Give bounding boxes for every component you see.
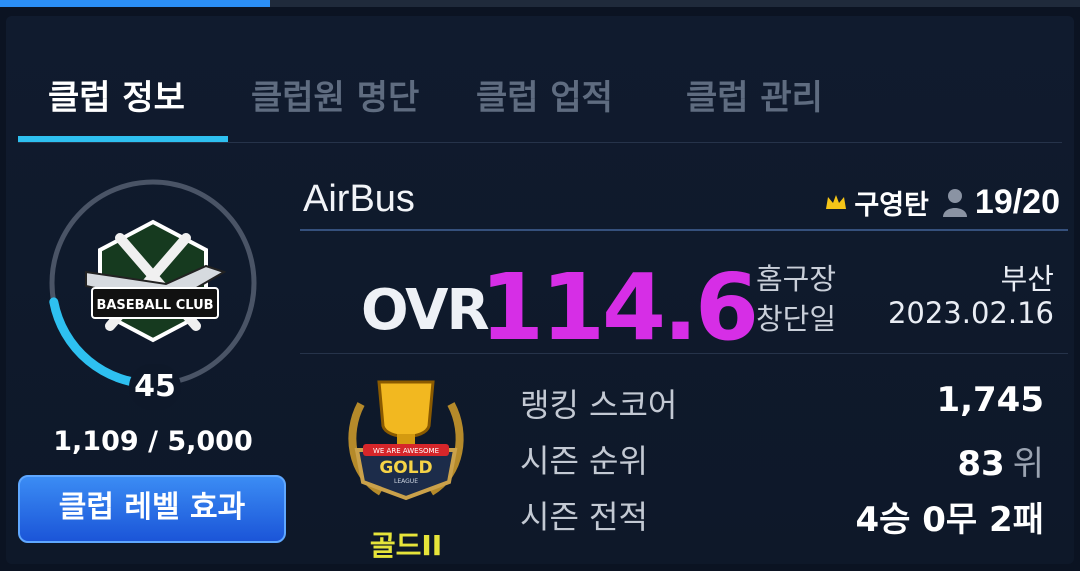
club-level: 45	[129, 364, 181, 410]
club-level-effect-button[interactable]: 클럽 레벨 효과	[18, 475, 286, 543]
club-emblem: BASEBALL CLUB	[85, 219, 227, 343]
top-progress-bar	[0, 0, 1080, 7]
league-badge-text: GOLD	[379, 458, 432, 478]
emblem-text: BASEBALL CLUB	[96, 298, 213, 313]
season-rank-label: 시즌 순위	[520, 442, 648, 480]
league-badge-ribbon: WE ARE AWESOME	[373, 447, 439, 455]
tab-club-management[interactable]: 클럽 관리	[686, 70, 823, 119]
season-record-text: 4승 0무 2패	[855, 500, 1045, 540]
league-badge-icon: WE ARE AWESOME GOLD LEAGUE	[348, 380, 464, 501]
member-count: 19/20	[974, 182, 1060, 221]
ovr-value: 114.6	[480, 254, 759, 361]
home-stadium-label: 홈구장	[756, 262, 837, 296]
club-leader: 구영탄	[854, 189, 929, 221]
league-badge-sub: LEAGUE	[394, 478, 418, 485]
season-record-label: 시즌 전적	[520, 498, 648, 536]
person-icon	[942, 189, 967, 217]
top-progress-fill	[0, 0, 270, 7]
tab-club-members[interactable]: 클럽원 명단	[251, 70, 419, 119]
tab-club-achievements[interactable]: 클럽 업적	[476, 70, 613, 119]
season-record-value: 4승 0무 2패	[856, 492, 1045, 541]
home-stadium-value: 부산	[1000, 262, 1054, 296]
divider	[300, 229, 1068, 231]
divider	[300, 353, 1068, 354]
season-rank-value: 83 위	[957, 436, 1044, 485]
tab-bar: 클럽 정보 클럽원 명단 클럽 업적 클럽 관리	[18, 16, 1062, 143]
club-leader-members: 구영탄 19/20	[824, 182, 1060, 222]
founded-date-value: 2023.02.16	[887, 296, 1054, 330]
level-progress-ring: BASEBALL CLUB	[49, 179, 257, 389]
ranking-score-value: 1,745	[936, 380, 1044, 420]
league-name: 골드II	[369, 529, 443, 562]
club-info-panel: 클럽 정보 클럽원 명단 클럽 업적 클럽 관리 BASEBALL CLUB 4…	[6, 16, 1074, 564]
ranking-score-number: 1,745	[936, 380, 1044, 420]
club-name: AirBus	[303, 178, 415, 220]
season-rank-number: 83	[957, 444, 1005, 484]
season-rank-unit: 위	[1012, 444, 1044, 484]
club-level-section: BASEBALL CLUB 45 1,109 / 5,000 클럽 레벨 효과	[18, 156, 288, 556]
ranking-score-label: 랭킹 스코어	[520, 386, 678, 424]
founded-date-label: 창단일	[756, 302, 837, 336]
active-tab-indicator	[18, 136, 228, 142]
ovr-label: OVR	[361, 278, 490, 343]
crown-icon	[826, 195, 847, 209]
tab-club-info[interactable]: 클럽 정보	[48, 70, 185, 119]
club-exp: 1,109 / 5,000	[53, 426, 253, 457]
